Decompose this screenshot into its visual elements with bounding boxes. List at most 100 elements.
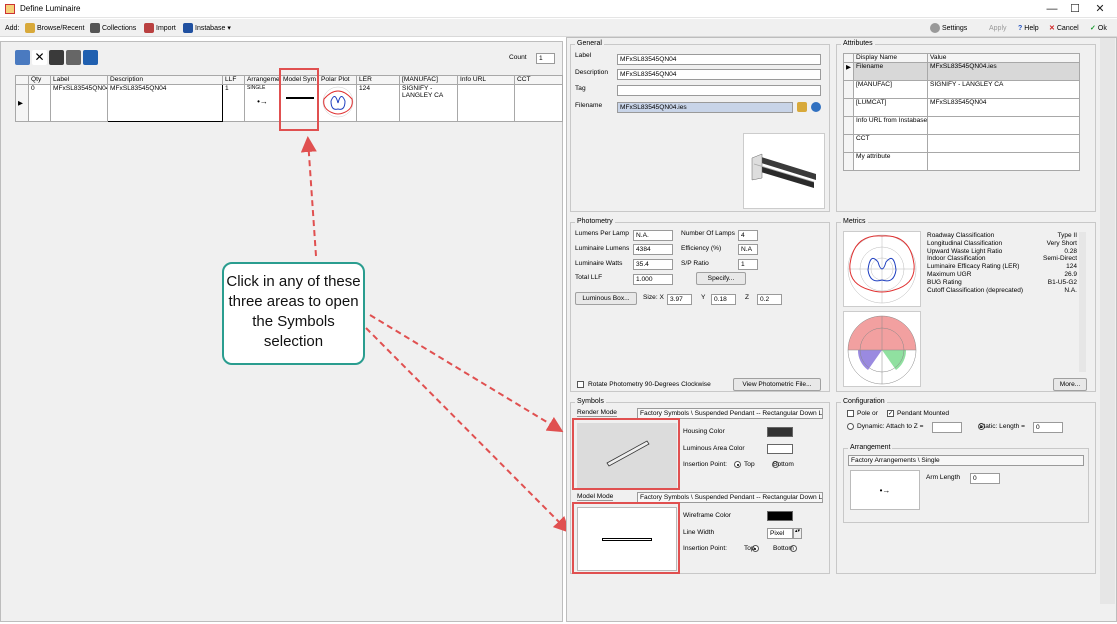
- upload-icon[interactable]: [83, 50, 98, 65]
- luminous-color-swatch[interactable]: [767, 444, 793, 454]
- rotate-checkbox[interactable]: [577, 381, 584, 388]
- collections-button[interactable]: Collections: [90, 22, 136, 34]
- lumens-per-lamp-field[interactable]: N.A.: [633, 230, 673, 241]
- attr-name: [LUMCAT]: [853, 98, 928, 117]
- apply-button[interactable]: Apply: [989, 22, 1007, 34]
- view-photometric-file-button[interactable]: View Photometric File...: [733, 378, 821, 391]
- label-field[interactable]: MFxSL83545QN04: [617, 54, 821, 65]
- col-arrangement[interactable]: Arrangeme: [244, 75, 281, 85]
- row-selector-icon[interactable]: ▶: [15, 84, 29, 122]
- arrangement-preview-icon[interactable]: •→: [850, 470, 920, 510]
- table-row[interactable]: CCT: [843, 134, 1080, 153]
- wireframe-color-swatch[interactable]: [767, 511, 793, 521]
- arrangement-field[interactable]: Factory Arrangements \ Single: [848, 455, 1084, 466]
- more-metrics-button[interactable]: More...: [1053, 378, 1087, 391]
- tag-field[interactable]: [617, 85, 821, 96]
- cell-description[interactable]: MFxSL83545QN04: [107, 84, 223, 122]
- number-of-lamps-field[interactable]: 4: [738, 230, 758, 241]
- copy-icon[interactable]: [15, 50, 30, 65]
- line-width-spinner-icon[interactable]: ▴▾: [793, 528, 802, 539]
- attr-value[interactable]: [927, 152, 1080, 171]
- size-z-field[interactable]: 0.2: [757, 294, 782, 305]
- settings-button[interactable]: Settings: [930, 22, 967, 34]
- vertical-scrollbar[interactable]: [1100, 38, 1115, 604]
- total-llf-field[interactable]: 1.000: [633, 274, 673, 285]
- cell-polar-plot[interactable]: [318, 84, 357, 122]
- help-button[interactable]: ? Help: [1018, 22, 1039, 34]
- cell-qty[interactable]: 0: [28, 84, 51, 122]
- minimize-button[interactable]: —: [1045, 2, 1059, 16]
- import-button[interactable]: Import: [144, 22, 176, 34]
- attr-value[interactable]: MFxSL83545QN04: [927, 98, 1080, 117]
- attr-value[interactable]: [927, 134, 1080, 153]
- attr-value[interactable]: SIGNIFY - LANGLEY CA: [927, 80, 1080, 99]
- metric-key: Cutoff Classification (deprecated): [927, 286, 1023, 294]
- cell-cct[interactable]: [514, 84, 563, 122]
- instabase-link-icon[interactable]: [811, 102, 821, 112]
- col-manufac[interactable]: [MANUFAC]: [399, 75, 458, 85]
- table-row[interactable]: [LUMCAT] MFxSL83545QN04: [843, 98, 1080, 117]
- specify-button[interactable]: Specify...: [696, 272, 746, 285]
- metric-value: Very Short: [1046, 239, 1077, 247]
- count-field[interactable]: 1: [536, 53, 555, 64]
- polar-plot[interactable]: [843, 231, 921, 307]
- table-row[interactable]: My attribute: [843, 152, 1080, 171]
- col-info-url[interactable]: Info URL: [457, 75, 515, 85]
- dynamic-radio[interactable]: [847, 423, 854, 430]
- col-llf[interactable]: LLF: [222, 75, 245, 85]
- cell-info-url[interactable]: [457, 84, 515, 122]
- housing-color-swatch[interactable]: [767, 427, 793, 437]
- dynamic-z-field[interactable]: [932, 422, 962, 433]
- rotate-label: Rotate Photometry 90-Degrees Clockwise: [588, 381, 711, 388]
- cell-manufac[interactable]: SIGNIFY - LANGLEY CA: [399, 84, 458, 122]
- attr-name: My attribute: [853, 152, 928, 171]
- filename-field[interactable]: MFxSL83545QN04.ies: [617, 102, 793, 113]
- col-polar-plot[interactable]: Polar Plot: [318, 75, 357, 85]
- cell-llf[interactable]: 1: [222, 84, 245, 122]
- bug-chart: [847, 315, 917, 385]
- cancel-button[interactable]: ✕ Cancel: [1049, 22, 1079, 34]
- close-button[interactable]: ✕: [1093, 2, 1107, 16]
- browse-button[interactable]: Browse/Recent: [25, 22, 84, 34]
- col-ler[interactable]: LER: [356, 75, 400, 85]
- help-search-icon[interactable]: [66, 50, 81, 65]
- label-label: Label: [575, 52, 592, 59]
- size-x-field[interactable]: 3.97: [667, 294, 692, 305]
- efficiency-field[interactable]: N.A: [738, 244, 758, 255]
- col-qty[interactable]: Qty: [28, 75, 51, 85]
- cell-arrangement[interactable]: SINGLE •→: [244, 84, 281, 122]
- cell-label[interactable]: MFxSL83545QN04: [50, 84, 108, 122]
- delete-icon[interactable]: ✕: [32, 50, 47, 65]
- pole-checkbox[interactable]: [847, 410, 854, 417]
- render-preview-highlight: [572, 418, 680, 490]
- sp-ratio-field[interactable]: 1: [738, 259, 758, 270]
- count-label: Count: [509, 54, 527, 61]
- pendant-checkbox[interactable]: ✓: [887, 410, 894, 417]
- metrics-scrollbar[interactable]: [1079, 232, 1086, 372]
- cell-ler[interactable]: 124: [356, 84, 400, 122]
- luminous-box-button[interactable]: Luminous Box...: [575, 292, 637, 305]
- description-field[interactable]: MFxSL83545QN04: [617, 69, 821, 80]
- luminaire-watts-field[interactable]: 35.4: [633, 259, 673, 270]
- line-width-field[interactable]: Pixel: [767, 528, 793, 539]
- col-cct[interactable]: CCT: [514, 75, 563, 85]
- film-icon[interactable]: [49, 50, 64, 65]
- luminaire-lumens-field[interactable]: 4384: [633, 244, 673, 255]
- maximize-button[interactable]: ☐: [1068, 2, 1082, 16]
- col-description[interactable]: Description: [107, 75, 223, 85]
- col-label[interactable]: Label: [50, 75, 108, 85]
- table-row[interactable]: [MANUFAC] SIGNIFY - LANGLEY CA: [843, 80, 1080, 99]
- arm-length-field[interactable]: 0: [970, 473, 1000, 484]
- instabase-button[interactable]: Instabase ▾: [183, 22, 231, 34]
- table-row[interactable]: Info URL from Instabase: [843, 116, 1080, 135]
- isolux-chart[interactable]: [843, 311, 921, 387]
- static-length-field[interactable]: 0: [1033, 422, 1063, 433]
- row-selector-icon[interactable]: ▶: [843, 62, 854, 81]
- size-y-field[interactable]: 0.18: [711, 294, 736, 305]
- table-row[interactable]: ▶ Filename MFxSL83545QN04.ies: [843, 62, 1080, 81]
- attr-value[interactable]: MFxSL83545QN04.ies: [927, 62, 1080, 81]
- insertion-top-radio[interactable]: [734, 461, 741, 468]
- open-folder-icon[interactable]: [797, 102, 807, 112]
- ok-button[interactable]: ✓ Ok: [1090, 22, 1107, 34]
- attr-value[interactable]: [927, 116, 1080, 135]
